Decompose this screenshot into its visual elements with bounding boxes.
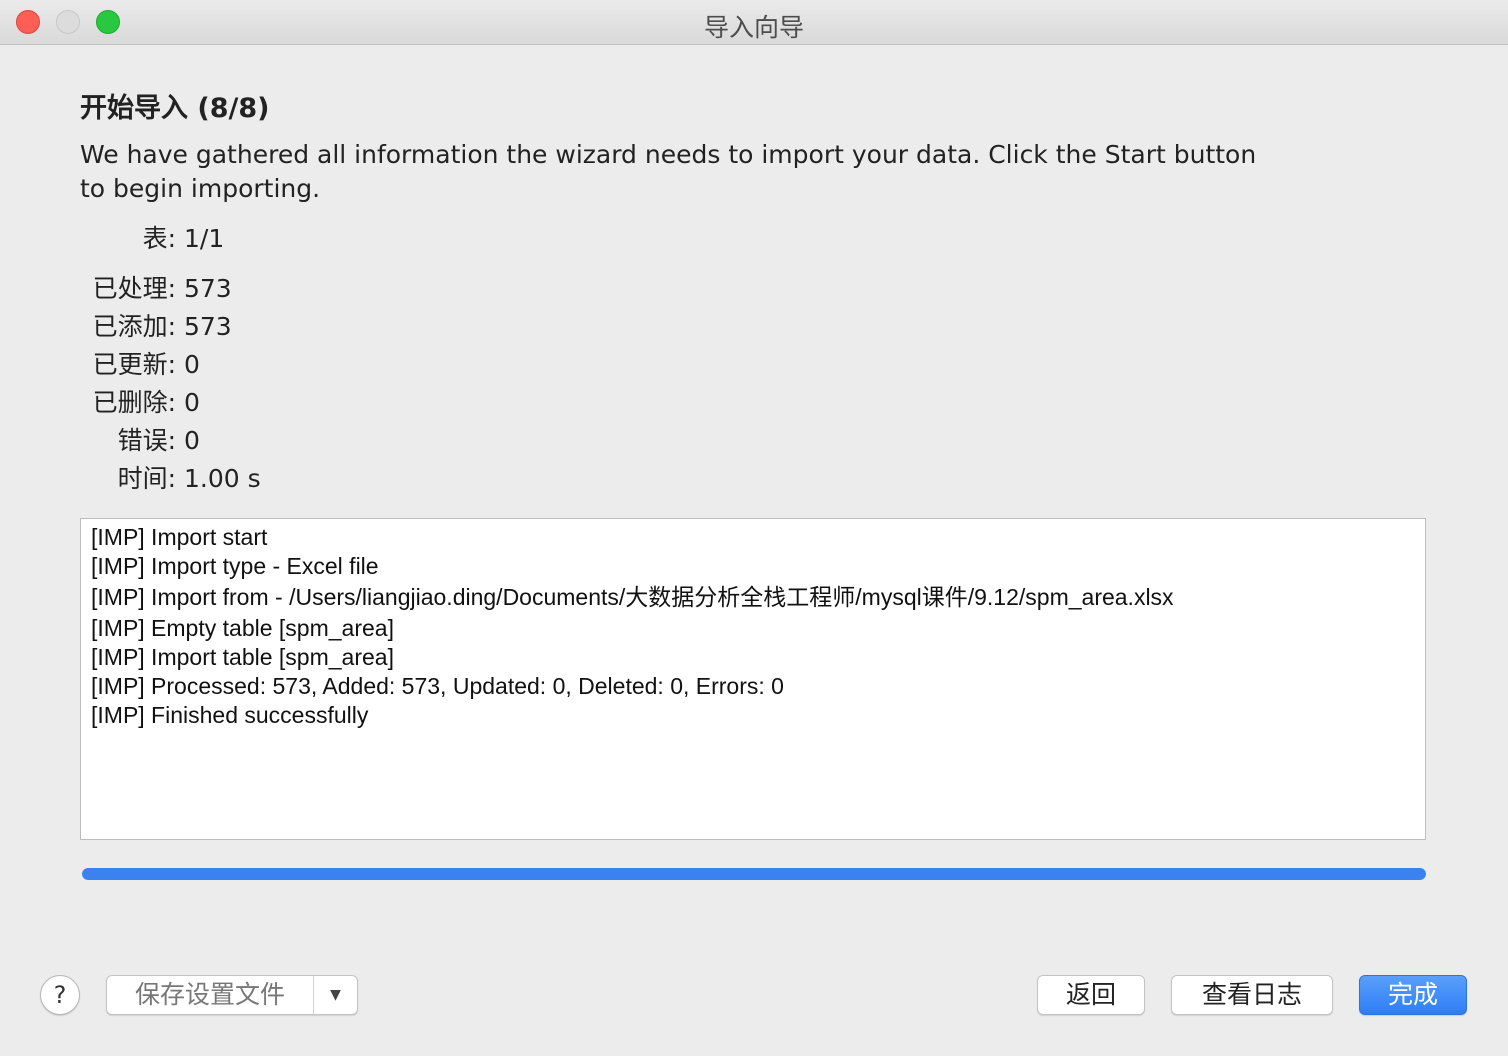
stat-value: 573 (184, 274, 232, 303)
stat-time: 时间: 1.00 s (80, 462, 261, 496)
stat-value: 0 (184, 426, 200, 455)
import-wizard-window: 导入向导 开始导入 (8/8) We have gathered all inf… (0, 0, 1508, 1056)
progress-bar (82, 868, 1426, 880)
import-log[interactable]: [IMP] Import start [IMP] Import type - E… (80, 518, 1426, 840)
stat-value: 573 (184, 312, 232, 341)
stat-value: 1.00 s (184, 464, 261, 493)
title-bar: 导入向导 (0, 0, 1508, 45)
help-button[interactable]: ? (40, 975, 80, 1015)
log-line: [IMP] Processed: 573, Added: 573, Update… (91, 673, 784, 699)
done-button[interactable]: 完成 (1359, 975, 1467, 1015)
stat-label: 已处理: (92, 274, 176, 303)
stat-label: 错误: (117, 426, 176, 455)
stat-added: 已添加: 573 (80, 310, 232, 344)
log-line: [IMP] Import type - Excel file (91, 553, 379, 579)
log-line: [IMP] Import start (91, 524, 268, 550)
log-line: [IMP] Import table [spm_area] (91, 644, 394, 670)
log-line: [IMP] Finished successfully (91, 702, 369, 728)
stat-tables: 表: 1/1 (80, 222, 225, 256)
stat-deleted: 已删除: 0 (80, 386, 200, 420)
save-settings-group: 保存设置文件 ▼ (106, 975, 358, 1015)
stat-label: 已更新: (92, 350, 176, 379)
stat-label: 时间: (117, 464, 176, 493)
progress-bar-fill (82, 868, 1426, 880)
stat-updated: 已更新: 0 (80, 348, 200, 382)
stat-value: 0 (184, 350, 200, 379)
stat-value: 0 (184, 388, 200, 417)
view-log-button[interactable]: 查看日志 (1171, 975, 1333, 1015)
stat-label: 表: (142, 224, 176, 253)
stat-value: 1/1 (184, 224, 225, 253)
window-title: 导入向导 (703, 13, 804, 42)
chevron-down-icon[interactable]: ▼ (314, 976, 357, 1014)
save-settings-button[interactable]: 保存设置文件 (107, 976, 314, 1014)
stat-processed: 已处理: 573 (80, 272, 232, 306)
step-description: We have gathered all information the wiz… (80, 140, 1257, 203)
log-line: [IMP] Import from - /Users/liangjiao.din… (91, 584, 1174, 610)
stat-label: 已删除: (92, 388, 176, 417)
stat-label: 已添加: (92, 312, 176, 341)
back-button[interactable]: 返回 (1037, 975, 1145, 1015)
step-heading: 开始导入 (8/8) (80, 93, 270, 124)
log-line: [IMP] Empty table [spm_area] (91, 615, 394, 641)
stat-errors: 错误: 0 (80, 424, 200, 458)
